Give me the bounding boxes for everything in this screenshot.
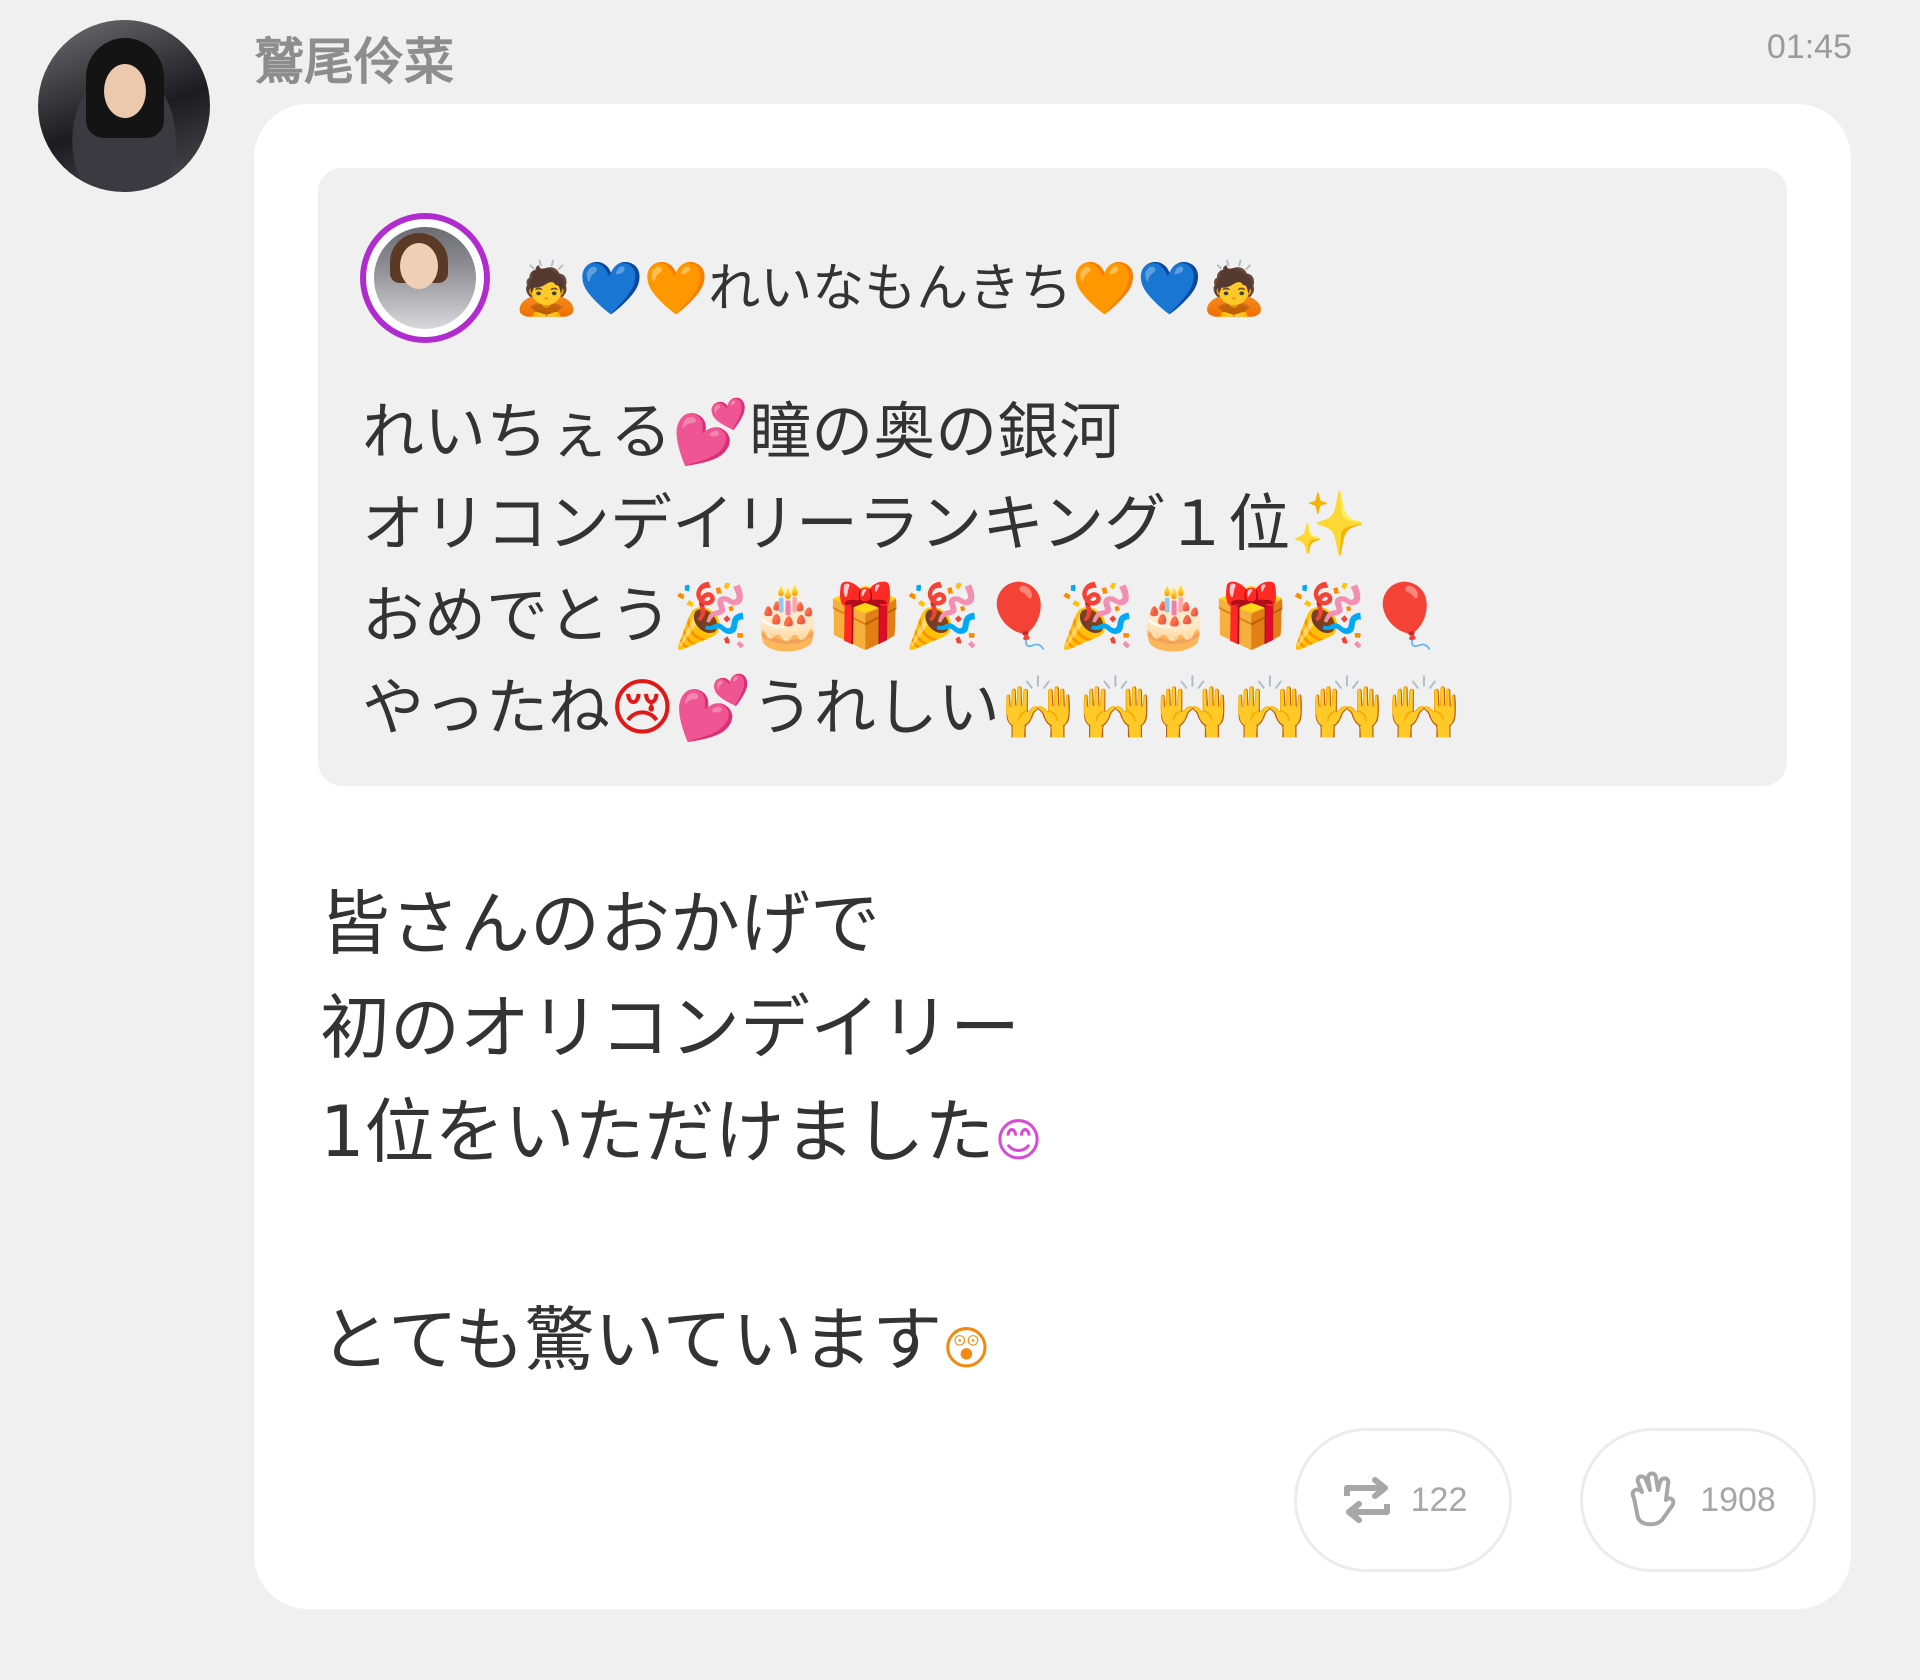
raised-hands-emoji-row: 🙌🙌🙌🙌🙌🙌 bbox=[999, 671, 1464, 744]
body-line-text: とても驚いています bbox=[320, 1299, 943, 1381]
body-line: 皆さんのおかげで bbox=[320, 883, 880, 965]
quote-line: おめでとう🎉🎂🎁🎉🎈🎉🎂🎁🎉🎈 bbox=[362, 570, 1463, 662]
quoted-avatar-face bbox=[400, 243, 438, 289]
clap-button[interactable]: 1908 bbox=[1580, 1428, 1816, 1572]
body-line: 初のオリコンデイリー bbox=[320, 987, 1020, 1069]
smile-emoji: 😊 bbox=[994, 1113, 1043, 1167]
name-suffix-emoji: 🧡💙🙇 bbox=[1072, 259, 1267, 319]
clap-icon bbox=[1630, 1471, 1676, 1527]
sparkles-emoji: ✨ bbox=[1290, 487, 1368, 560]
quote-line-text: やったね bbox=[362, 671, 611, 744]
author-avatar[interactable] bbox=[38, 20, 210, 192]
hearts-emoji: 💕 bbox=[672, 395, 750, 468]
clap-count: 1908 bbox=[1700, 1480, 1776, 1519]
quote-line-text: おめでとう bbox=[362, 579, 673, 652]
author-name[interactable]: 鷲尾伶菜 bbox=[254, 22, 454, 94]
quoted-author-avatar[interactable] bbox=[360, 213, 490, 343]
quoted-post[interactable]: 🙇💙🧡れいなもんきち🧡💙🙇 れいちぇる💕瞳の奥の銀河 オリコンデイリーランキング… bbox=[318, 168, 1787, 786]
post-timestamp: 01:45 bbox=[1766, 28, 1852, 66]
quoted-post-text: れいちぇる💕瞳の奥の銀河 オリコンデイリーランキング１位✨ おめでとう🎉🎂🎁🎉🎈… bbox=[362, 386, 1463, 754]
body-line: とても驚いています😲 bbox=[320, 1288, 1043, 1392]
quote-line-text: れいちぇる bbox=[362, 395, 673, 468]
quoted-author-name-text: れいなもんきち bbox=[708, 259, 1073, 319]
quote-line: れいちぇる💕瞳の奥の銀河 bbox=[362, 386, 1463, 478]
quote-line-text: 瞳の奥の銀河 bbox=[749, 395, 1122, 468]
quote-line: やったね😢💕うれしい🙌🙌🙌🙌🙌🙌 bbox=[362, 662, 1463, 754]
quote-line-text: オリコンデイリーランキング１位 bbox=[362, 487, 1291, 560]
retweet-icon bbox=[1343, 1477, 1390, 1523]
post-body: 皆さんのおかげで 初のオリコンデイリー 1位をいただけました😊 とても驚いていま… bbox=[320, 872, 1043, 1392]
name-prefix-emoji: 🙇💙🧡 bbox=[514, 259, 709, 319]
quoted-author-name[interactable]: 🙇💙🧡れいなもんきち🧡💙🙇 bbox=[514, 246, 1267, 321]
party-emoji-row: 🎉🎂🎁🎉🎈🎉🎂🎁🎉🎈 bbox=[672, 579, 1444, 652]
body-line: 1位をいただけました😊 bbox=[320, 1080, 1043, 1184]
post-card: 🙇💙🧡れいなもんきち🧡💙🙇 れいちぇる💕瞳の奥の銀河 オリコンデイリーランキング… bbox=[254, 104, 1851, 1609]
avatar-face bbox=[104, 64, 146, 118]
body-line-text: 1位をいただけました bbox=[320, 1091, 995, 1173]
quote-line-text: うれしい bbox=[751, 671, 1000, 744]
quote-line: オリコンデイリーランキング１位✨ bbox=[362, 478, 1463, 570]
tears-hearts-emoji: 😢💕 bbox=[610, 671, 752, 744]
surprised-emoji: 😲 bbox=[942, 1321, 991, 1375]
retweet-count: 122 bbox=[1410, 1480, 1468, 1519]
retweet-button[interactable]: 122 bbox=[1294, 1428, 1512, 1572]
